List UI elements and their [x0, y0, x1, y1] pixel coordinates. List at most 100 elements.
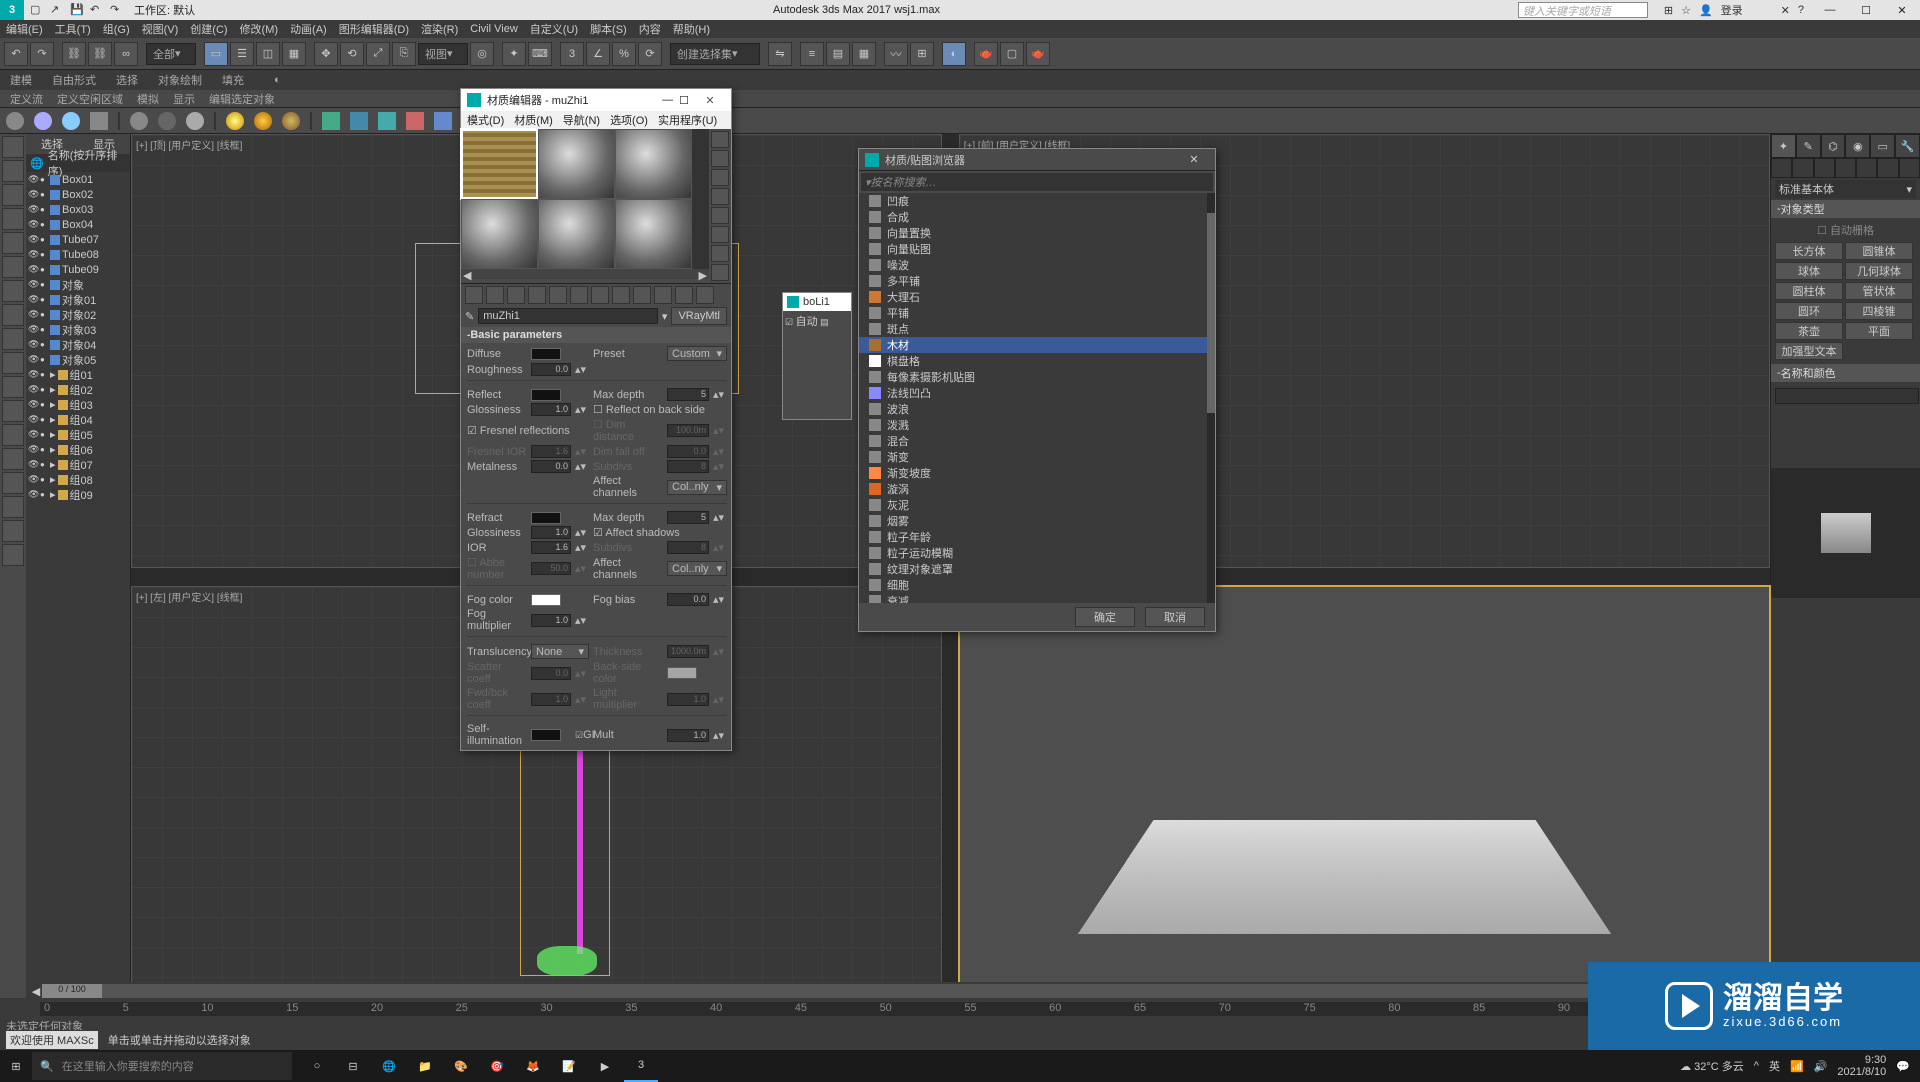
fogbias-spin[interactable]: 0.0	[667, 593, 709, 606]
time-slider[interactable]: 0 / 100	[42, 984, 1748, 998]
me-menu-utils[interactable]: 实用程序(U)	[658, 112, 717, 128]
cmd-tab-display[interactable]: ▭	[1870, 134, 1895, 158]
se-btn-11[interactable]	[2, 376, 24, 398]
cmd-tab-modify[interactable]: ✎	[1796, 134, 1821, 158]
task-app1[interactable]: 🎨	[444, 1050, 478, 1082]
create-球体[interactable]: 球体	[1775, 262, 1843, 280]
sub-space[interactable]	[1877, 158, 1898, 178]
qa-redo-icon[interactable]: ↷	[110, 3, 124, 17]
menu-edit[interactable]: 编辑(E)	[6, 21, 43, 37]
qa-save-icon[interactable]: 💾	[70, 3, 84, 17]
ribbon-tab-modeling[interactable]: 建模	[10, 72, 32, 88]
ribbon-ic-sun[interactable]	[226, 112, 244, 130]
scene-item[interactable]: 👁●对象	[26, 277, 130, 292]
category-dropdown[interactable]: 标准基本体▾	[1775, 180, 1916, 198]
scene-item[interactable]: 👁●▸组06	[26, 442, 130, 457]
sub-geom[interactable]	[1771, 158, 1792, 178]
menu-help[interactable]: 帮助(H)	[673, 21, 710, 37]
keyboard-button[interactable]: ⌨	[528, 42, 552, 66]
dropper-icon[interactable]: ✎	[465, 310, 474, 323]
se-btn-7[interactable]	[2, 280, 24, 302]
tray-notifications[interactable]: 💬	[1896, 1060, 1910, 1073]
mb-close[interactable]: ✕	[1179, 153, 1209, 166]
ribbon-ic-g3[interactable]	[378, 112, 396, 130]
se-btn-8[interactable]	[2, 304, 24, 326]
viewport-perspective[interactable]: [+] [透视] [用户定义] [默认明暗]	[959, 586, 1770, 1020]
ribbon-ic-4[interactable]	[90, 112, 108, 130]
scene-item[interactable]: 👁●Tube08	[26, 247, 130, 262]
tray-weather[interactable]: ☁ 32°C 多云	[1680, 1058, 1744, 1074]
timeline-prev[interactable]: ◀	[30, 985, 42, 998]
scene-item[interactable]: 👁●对象04	[26, 337, 130, 352]
ribbon-ic-1[interactable]	[6, 112, 24, 130]
se-btn-16[interactable]	[2, 496, 24, 518]
ms-ic-2[interactable]	[711, 150, 729, 167]
mb-item[interactable]: 泼溅	[859, 417, 1215, 433]
menu-modify[interactable]: 修改(M)	[240, 21, 279, 37]
login-label[interactable]: 登录	[1721, 2, 1743, 18]
sub-camera[interactable]	[1835, 158, 1856, 178]
menu-graph[interactable]: 图形编辑器(D)	[339, 21, 409, 37]
render-setup-button[interactable]: 🫖	[974, 42, 998, 66]
mt-12[interactable]	[696, 286, 714, 304]
se-btn-12[interactable]	[2, 400, 24, 422]
me-menu-nav[interactable]: 导航(N)	[563, 112, 600, 128]
rollout-basic-params[interactable]: - Basic parameters	[461, 327, 731, 343]
mt-7[interactable]	[591, 286, 609, 304]
material-editor-button[interactable]: ◐	[942, 42, 966, 66]
tray-vol[interactable]: 🔊	[1814, 1060, 1828, 1073]
ribbon-ic-g5[interactable]	[434, 112, 452, 130]
scene-item[interactable]: 👁●对象01	[26, 292, 130, 307]
menu-group[interactable]: 组(G)	[103, 21, 130, 37]
menu-render[interactable]: 渲染(R)	[421, 21, 458, 37]
ribbon-ic-5[interactable]	[130, 112, 148, 130]
ms-ic-3[interactable]	[711, 169, 729, 186]
mb-item[interactable]: 烟雾	[859, 513, 1215, 529]
qa-new-icon[interactable]: ▢	[30, 3, 44, 17]
menu-script[interactable]: 脚本(S)	[590, 21, 627, 37]
task-view[interactable]: ⊟	[336, 1050, 370, 1082]
se-btn-4[interactable]	[2, 208, 24, 230]
se-btn-9[interactable]	[2, 328, 24, 350]
place-button[interactable]: ⎘	[392, 42, 416, 66]
redo-button[interactable]: ↷	[30, 42, 54, 66]
create-加强型文本[interactable]: 加强型文本	[1775, 342, 1843, 360]
ribbon-tab-freeform[interactable]: 自由形式	[52, 72, 96, 88]
workspace-selector[interactable]: 工作区: 默认	[134, 2, 195, 18]
scene-item[interactable]: 👁●Box03	[26, 202, 130, 217]
help-search-input[interactable]: 键入关键字或短语	[1518, 2, 1648, 18]
ms-ic-7[interactable]	[711, 245, 729, 262]
scene-item[interactable]: 👁●Box01	[26, 172, 130, 187]
task-explorer[interactable]: 📁	[408, 1050, 442, 1082]
ribbon-tab-selection[interactable]: 选择	[116, 72, 138, 88]
menu-create[interactable]: 创建(C)	[190, 21, 227, 37]
gloss-spin[interactable]: 1.0	[531, 403, 571, 416]
exchange-icon[interactable]: ✕	[1781, 4, 1790, 17]
name-header[interactable]: 🌐名称(按升序排序)	[26, 154, 130, 172]
mb-search[interactable]: 按名称搜索…	[861, 173, 1213, 191]
se-btn-6[interactable]	[2, 256, 24, 278]
unlink-button[interactable]: ⛓	[88, 42, 112, 66]
select-button[interactable]: ▭	[204, 42, 228, 66]
create-茶壶[interactable]: 茶壶	[1775, 322, 1843, 340]
viewport-left-label[interactable]: [+] [左] [用户定义] [线框]	[136, 589, 242, 604]
me-menu-mode[interactable]: 模式(D)	[467, 112, 504, 128]
mb-ok-button[interactable]: 确定	[1075, 607, 1135, 627]
scene-item[interactable]: 👁●Box02	[26, 187, 130, 202]
ribbon-ic-g1[interactable]	[322, 112, 340, 130]
material-name-input[interactable]	[478, 308, 658, 324]
cb-fresnel[interactable]: Fresnel reflections	[480, 425, 570, 437]
scene-item[interactable]: 👁●Tube09	[26, 262, 130, 277]
se-btn-5[interactable]	[2, 232, 24, 254]
tray-net[interactable]: 📶	[1790, 1060, 1804, 1073]
ribbon-tab-populate[interactable]: 填充	[222, 72, 244, 88]
percent-snap-button[interactable]: %	[612, 42, 636, 66]
cmd-tab-motion[interactable]: ◉	[1845, 134, 1870, 158]
ribbon-sub-0[interactable]: 定义流	[10, 91, 43, 107]
diffuse-swatch[interactable]	[531, 348, 561, 360]
scene-item[interactable]: 👁●对象02	[26, 307, 130, 322]
ior-spin[interactable]: 1.6	[531, 541, 571, 554]
sub-shape[interactable]	[1792, 158, 1813, 178]
create-管状体[interactable]: 管状体	[1845, 282, 1913, 300]
mb-item[interactable]: 木材	[859, 337, 1215, 353]
